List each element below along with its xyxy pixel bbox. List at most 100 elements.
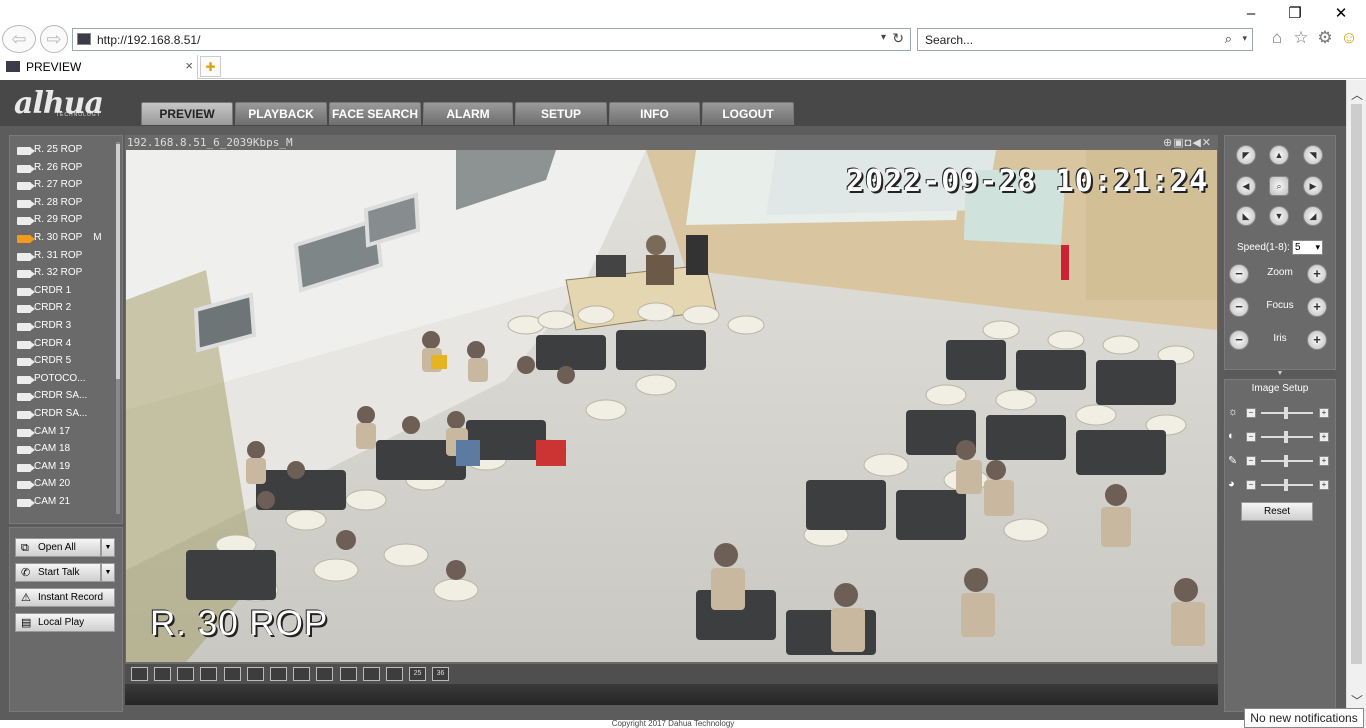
address-dropdown-icon[interactable]: ▾: [881, 32, 886, 43]
speed-select[interactable]: 5: [1292, 240, 1323, 255]
reset-button[interactable]: Reset: [1241, 502, 1313, 521]
camera-item[interactable]: R. 27 ROP: [16, 178, 116, 195]
open-all-button[interactable]: ⧉ Open All: [15, 538, 101, 557]
focus-minus-button[interactable]: −: [1229, 297, 1249, 317]
ptz-down-left-icon[interactable]: ◣: [1236, 206, 1256, 226]
iris-plus-button[interactable]: +: [1307, 330, 1327, 350]
camera-item[interactable]: CAM 18: [16, 442, 116, 459]
tab-setup[interactable]: SETUP: [515, 102, 607, 125]
search-input[interactable]: Search...: [925, 33, 973, 47]
camera-item[interactable]: POTOCO...: [16, 372, 116, 389]
live-video-feed[interactable]: 2022-09-28 10:21:24 R. 30 ROP: [126, 150, 1217, 662]
zoom-plus-button[interactable]: +: [1307, 264, 1327, 284]
contrast-plus-button[interactable]: +: [1319, 432, 1329, 442]
tab-alarm[interactable]: ALARM: [423, 102, 513, 125]
ptz-right-icon[interactable]: ▶: [1303, 176, 1323, 196]
home-icon[interactable]: ⌂: [1267, 28, 1287, 48]
camera-item[interactable]: CRDR SA...: [16, 407, 116, 424]
ptz-left-icon[interactable]: ◀: [1236, 176, 1256, 196]
layout-wide-icon[interactable]: [200, 667, 217, 681]
ptz-up-left-icon[interactable]: ◤: [1236, 145, 1256, 165]
new-tab-icon[interactable]: ✚: [200, 56, 221, 77]
layout-13-icon[interactable]: [340, 667, 357, 681]
layout-6-icon[interactable]: [270, 667, 287, 681]
brightness-minus-button[interactable]: −: [1246, 408, 1256, 418]
scroll-down-icon[interactable]: ﹀: [1351, 692, 1363, 709]
hue-plus-button[interactable]: +: [1319, 480, 1329, 490]
camera-item[interactable]: CAM 17: [16, 425, 116, 442]
restore-icon[interactable]: ❐: [1284, 5, 1306, 23]
ptz-up-icon[interactable]: ▲: [1269, 145, 1289, 165]
instant-record-button[interactable]: ⚠ Instant Record: [15, 588, 115, 607]
layout-1-icon[interactable]: [224, 667, 241, 681]
tab-playback[interactable]: PLAYBACK: [235, 102, 327, 125]
layout-4-icon[interactable]: [247, 667, 264, 681]
address-bar[interactable]: http://192.168.8.51/ ▾ ↻: [72, 28, 911, 51]
camera-item[interactable]: CRDR 2: [16, 301, 116, 318]
camera-item[interactable]: CRDR 1: [16, 284, 116, 301]
ptz-collapse-icon[interactable]: ▼: [1224, 370, 1336, 378]
page-scrollbar[interactable]: ︿ ﹀: [1346, 80, 1366, 728]
ptz-up-right-icon[interactable]: ◥: [1303, 145, 1323, 165]
minimize-icon[interactable]: –: [1240, 5, 1262, 23]
layout-fullscreen-icon[interactable]: [131, 667, 148, 681]
local-play-button[interactable]: ▤ Local Play: [15, 613, 115, 632]
page-scrollbar-thumb[interactable]: [1351, 104, 1362, 664]
layout-36-icon[interactable]: 36: [432, 667, 449, 681]
close-window-icon[interactable]: ✕: [1330, 5, 1352, 23]
zoom-in-icon[interactable]: ⊕: [1163, 137, 1173, 149]
camera-item[interactable]: CRDR SA...: [16, 389, 116, 406]
camera-item[interactable]: R. 28 ROP: [16, 196, 116, 213]
back-icon[interactable]: ⇦: [2, 25, 36, 53]
tab-logout[interactable]: LOGOUT: [702, 102, 794, 125]
saturation-minus-button[interactable]: −: [1246, 456, 1256, 466]
ptz-down-right-icon[interactable]: ◢: [1303, 206, 1323, 226]
camera-item[interactable]: R. 32 ROP: [16, 266, 116, 283]
layout-20-icon[interactable]: [386, 667, 403, 681]
saturation-plus-button[interactable]: +: [1319, 456, 1329, 466]
start-talk-button[interactable]: ✆ Start Talk: [15, 563, 101, 582]
focus-plus-button[interactable]: +: [1307, 297, 1327, 317]
camera-item[interactable]: CAM 19: [16, 460, 116, 477]
layout-16-icon[interactable]: [363, 667, 380, 681]
settings-gear-icon[interactable]: ⚙: [1315, 28, 1335, 48]
tab-preview[interactable]: PREVIEW ×: [0, 55, 198, 79]
brightness-slider-knob[interactable]: [1284, 407, 1288, 419]
layout-25-icon[interactable]: 25: [409, 667, 426, 681]
layout-stretch-icon[interactable]: [177, 667, 194, 681]
forward-icon[interactable]: ⇨: [40, 25, 68, 53]
layout-9-icon[interactable]: [316, 667, 333, 681]
camera-item[interactable]: CRDR 5: [16, 354, 116, 371]
search-box[interactable]: Search... ⌕ ▾: [917, 28, 1253, 51]
contrast-slider-knob[interactable]: [1284, 431, 1288, 443]
camera-list-scrollbar[interactable]: [116, 142, 120, 514]
camera-item[interactable]: R. 29 ROP: [16, 213, 116, 230]
tab-face-search[interactable]: FACE SEARCH: [329, 102, 421, 125]
tab-info[interactable]: INFO: [609, 102, 700, 125]
contrast-minus-button[interactable]: −: [1246, 432, 1256, 442]
camera-item-active[interactable]: R. 30 ROP M: [16, 231, 116, 248]
camera-item[interactable]: R. 25 ROP: [16, 143, 116, 160]
tab-preview-menu[interactable]: PREVIEW: [141, 102, 233, 125]
camera-item[interactable]: CRDR 4: [16, 337, 116, 354]
favorites-star-icon[interactable]: ☆: [1291, 28, 1311, 48]
snapshot-icon[interactable]: ▣: [1173, 137, 1184, 149]
ptz-down-icon[interactable]: ▼: [1269, 206, 1289, 226]
camera-item[interactable]: CRDR 3: [16, 319, 116, 336]
audio-icon[interactable]: ◀: [1192, 137, 1201, 149]
address-url[interactable]: http://192.168.8.51/: [97, 33, 200, 47]
zoom-minus-button[interactable]: −: [1229, 264, 1249, 284]
layout-ratio-icon[interactable]: [154, 667, 171, 681]
scroll-up-icon[interactable]: ︿: [1351, 86, 1363, 103]
hue-slider-knob[interactable]: [1284, 479, 1288, 491]
camera-item[interactable]: CAM 20: [16, 477, 116, 494]
scrollbar-thumb[interactable]: [116, 144, 120, 379]
iris-minus-button[interactable]: −: [1229, 330, 1249, 350]
search-icon[interactable]: ⌕: [1225, 31, 1232, 47]
tab-close-icon[interactable]: ×: [185, 58, 193, 73]
camera-item[interactable]: R. 26 ROP: [16, 161, 116, 178]
refresh-icon[interactable]: ↻: [892, 30, 904, 47]
start-talk-dropdown-icon[interactable]: ▼: [101, 563, 115, 582]
ptz-center-icon[interactable]: ⌕: [1269, 176, 1289, 196]
hue-minus-button[interactable]: −: [1246, 480, 1256, 490]
